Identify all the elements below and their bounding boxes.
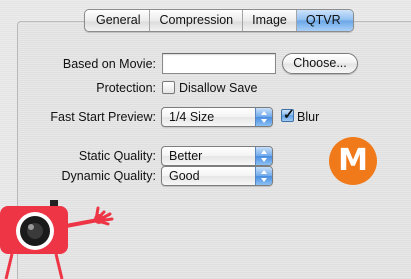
based-on-movie-field[interactable] bbox=[162, 53, 276, 74]
static-quality-label: Static Quality: bbox=[78, 149, 156, 163]
up-down-arrows-icon bbox=[255, 108, 272, 126]
tab-general[interactable]: General bbox=[85, 10, 149, 31]
disallow-save-checkbox[interactable] bbox=[162, 81, 175, 94]
tab-bar: General Compression Image QTVR bbox=[84, 9, 354, 32]
static-quality-popup[interactable]: Better bbox=[161, 146, 273, 166]
dynamic-quality-label: Dynamic Quality: bbox=[61, 169, 156, 183]
fast-start-preview-value: 1/4 Size bbox=[169, 110, 215, 124]
fast-start-preview-popup[interactable]: 1/4 Size bbox=[161, 107, 273, 127]
dynamic-quality-value: Good bbox=[169, 169, 200, 183]
checkmark-icon: ✓ bbox=[283, 106, 295, 122]
tab-qtvr[interactable]: QTVR bbox=[295, 10, 353, 31]
up-down-arrows-icon bbox=[255, 167, 272, 185]
m-logo-badge: M bbox=[329, 137, 377, 185]
disallow-save-label: Disallow Save bbox=[179, 81, 258, 95]
up-down-arrows-icon bbox=[255, 147, 272, 165]
dynamic-quality-popup[interactable]: Good bbox=[161, 166, 273, 186]
static-quality-value: Better bbox=[169, 149, 203, 163]
based-on-movie-label: Based on Movie: bbox=[62, 57, 156, 71]
choose-button[interactable]: Choose... bbox=[282, 53, 358, 74]
fast-start-preview-label: Fast Start Preview: bbox=[50, 110, 156, 124]
tab-image[interactable]: Image bbox=[242, 10, 296, 31]
camera-mascot-icon bbox=[0, 190, 140, 279]
tab-compression[interactable]: Compression bbox=[149, 10, 242, 31]
blur-checkbox[interactable]: ✓ bbox=[281, 106, 295, 122]
blur-label: Blur bbox=[297, 110, 320, 124]
protection-label: Protection: bbox=[96, 81, 156, 95]
